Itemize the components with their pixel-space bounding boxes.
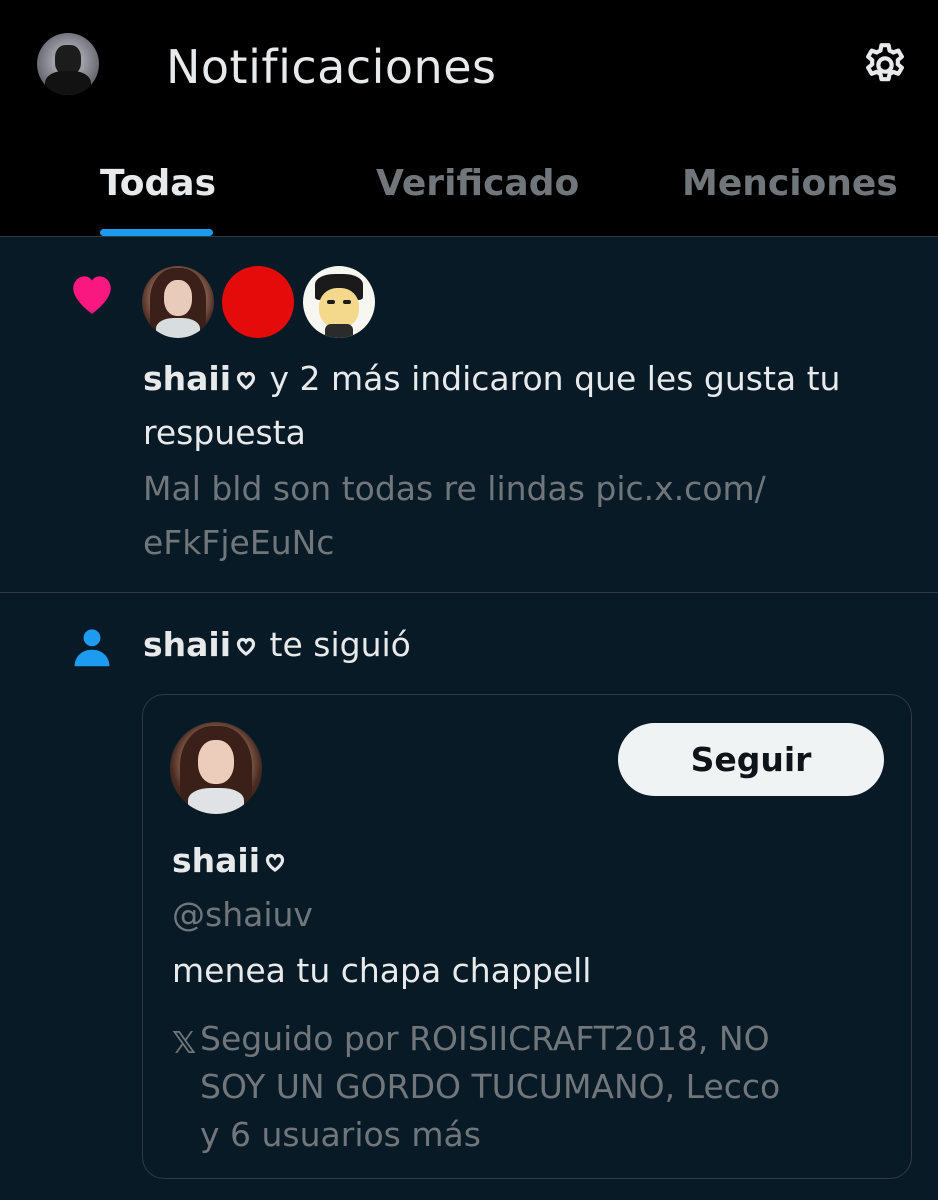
user-card-handle[interactable]: @shaiuv bbox=[172, 888, 313, 942]
my-avatar[interactable] bbox=[37, 33, 99, 95]
user-card-avatar[interactable] bbox=[170, 722, 262, 814]
tab-verificado[interactable]: Verificado bbox=[376, 163, 579, 204]
reply-preview: Mal bld son todas re lindas pic.x.com/ bbox=[143, 469, 766, 508]
username[interactable]: shaii bbox=[143, 625, 231, 664]
followed-by-text: Seguido por ROISIICRAFT2018, NO bbox=[200, 1019, 770, 1058]
heart-icon bbox=[73, 276, 111, 314]
tab-menciones[interactable]: Menciones bbox=[682, 163, 898, 204]
like-message-line2: respuesta bbox=[143, 413, 306, 452]
divider bbox=[0, 592, 938, 593]
heart-outline-icon bbox=[236, 371, 256, 390]
follow-message: te siguió bbox=[269, 625, 411, 664]
user-card-bio: menea tu chapa chappell bbox=[172, 951, 592, 990]
person-icon bbox=[74, 629, 110, 667]
follow-notification-text: shaii te siguió bbox=[143, 618, 411, 672]
gear-icon[interactable] bbox=[860, 40, 910, 90]
heart-outline-icon bbox=[236, 637, 256, 656]
like-notification-text: shaii y 2 más indicaron que les gusta tu bbox=[143, 352, 840, 406]
reply-preview-line2: eFkFjeEuNc bbox=[143, 523, 335, 562]
username[interactable]: shaii bbox=[143, 359, 231, 398]
page-title: Notificaciones bbox=[166, 40, 497, 94]
x-logo-icon: 𝕏 bbox=[172, 1026, 197, 1061]
follow-button[interactable]: Seguir bbox=[618, 723, 884, 796]
heart-outline-icon bbox=[265, 853, 285, 872]
tab-todas[interactable]: Todas bbox=[100, 163, 216, 204]
followed-by-text-line3: y 6 usuarios más bbox=[200, 1115, 481, 1154]
top-bar: Notificaciones Todas Verificado Mencione… bbox=[0, 0, 938, 237]
avatar[interactable] bbox=[222, 266, 294, 338]
user-card-name[interactable]: shaii bbox=[172, 841, 260, 880]
avatar[interactable] bbox=[303, 266, 375, 338]
followed-by-text-line2: SOY UN GORDO TUCUMANO, Lecco bbox=[200, 1067, 781, 1106]
avatar[interactable] bbox=[142, 266, 214, 338]
active-tab-indicator bbox=[100, 229, 213, 236]
like-message: y 2 más indicaron que les gusta tu bbox=[269, 359, 841, 398]
user-card-name-row: shaii bbox=[172, 834, 288, 888]
